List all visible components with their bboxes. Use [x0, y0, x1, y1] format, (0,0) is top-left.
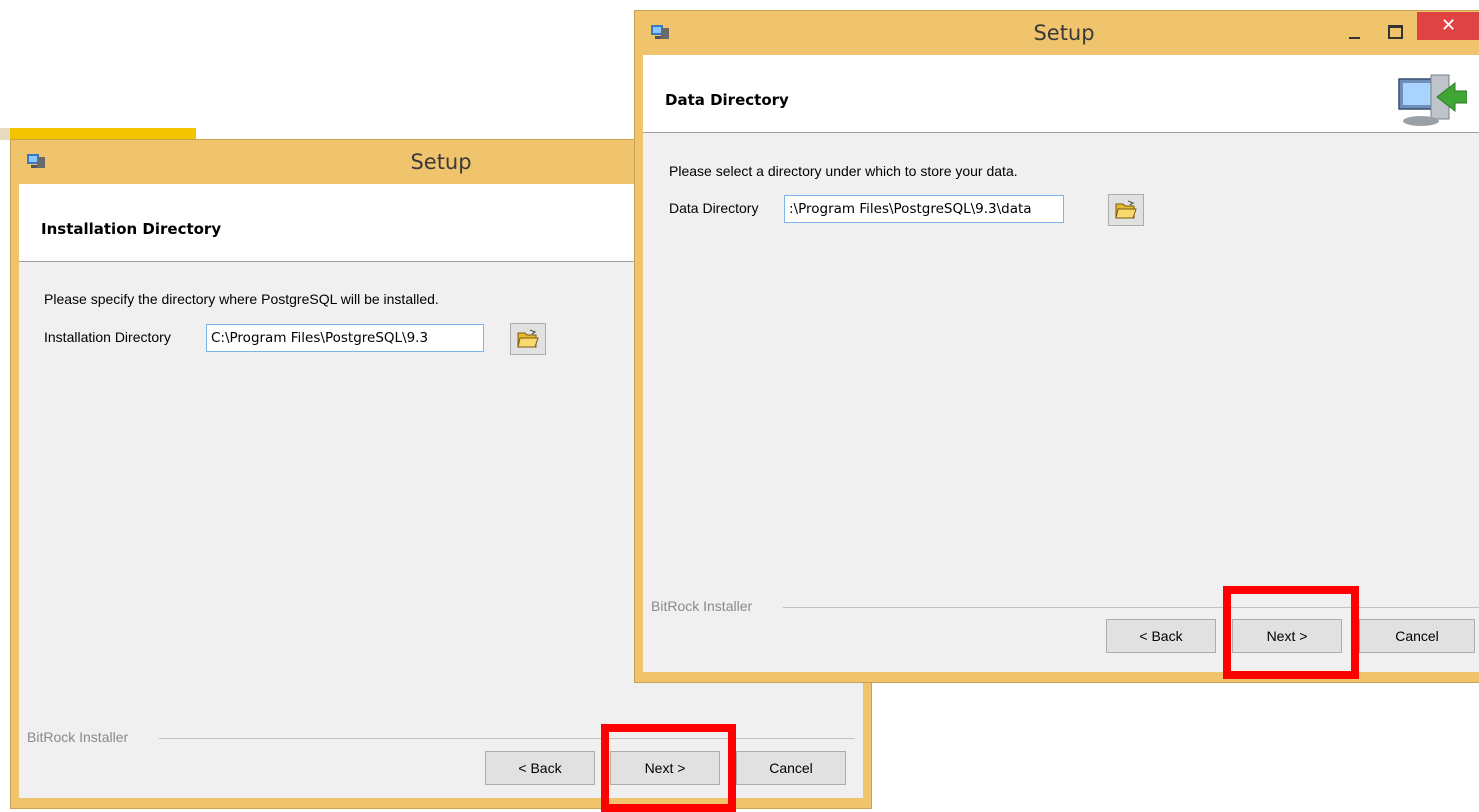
window-client: Data Directory Please select a directory…: [643, 55, 1479, 672]
footer-divider: [783, 607, 1479, 608]
footer-brand: BitRock Installer: [651, 598, 759, 614]
footer-divider: [159, 738, 855, 739]
back-button[interactable]: < Back: [485, 751, 595, 785]
instruction-text: Please select a directory under which to…: [669, 163, 1018, 179]
maximize-icon[interactable]: [1383, 15, 1407, 47]
minimize-icon[interactable]: [1343, 15, 1367, 47]
installation-directory-input[interactable]: [206, 324, 484, 352]
folder-open-icon: [1115, 200, 1137, 219]
cancel-button[interactable]: Cancel: [1359, 619, 1475, 653]
data-directory-input[interactable]: [784, 195, 1064, 223]
close-icon[interactable]: ✕: [1417, 12, 1479, 40]
setup-window-data: Setup ✕ Data Directory Please select a d…: [634, 10, 1479, 683]
instruction-text: Please specify the directory where Postg…: [44, 291, 439, 307]
footer-brand: BitRock Installer: [27, 729, 135, 745]
page-header: Data Directory: [643, 55, 1479, 133]
browse-button[interactable]: [1108, 194, 1144, 226]
back-button[interactable]: < Back: [1106, 619, 1216, 653]
installation-directory-label: Installation Directory: [44, 329, 171, 345]
browse-button[interactable]: [510, 323, 546, 355]
data-directory-label: Data Directory: [669, 200, 759, 216]
next-button-highlight: [601, 724, 736, 812]
cancel-button[interactable]: Cancel: [736, 751, 846, 785]
computer-install-icon: [1398, 74, 1467, 126]
folder-open-icon: [517, 329, 539, 348]
page-title: Data Directory: [665, 91, 789, 109]
page-title: Installation Directory: [41, 220, 222, 238]
title-bar[interactable]: Setup ✕: [635, 11, 1479, 55]
next-button-highlight: [1223, 586, 1359, 679]
